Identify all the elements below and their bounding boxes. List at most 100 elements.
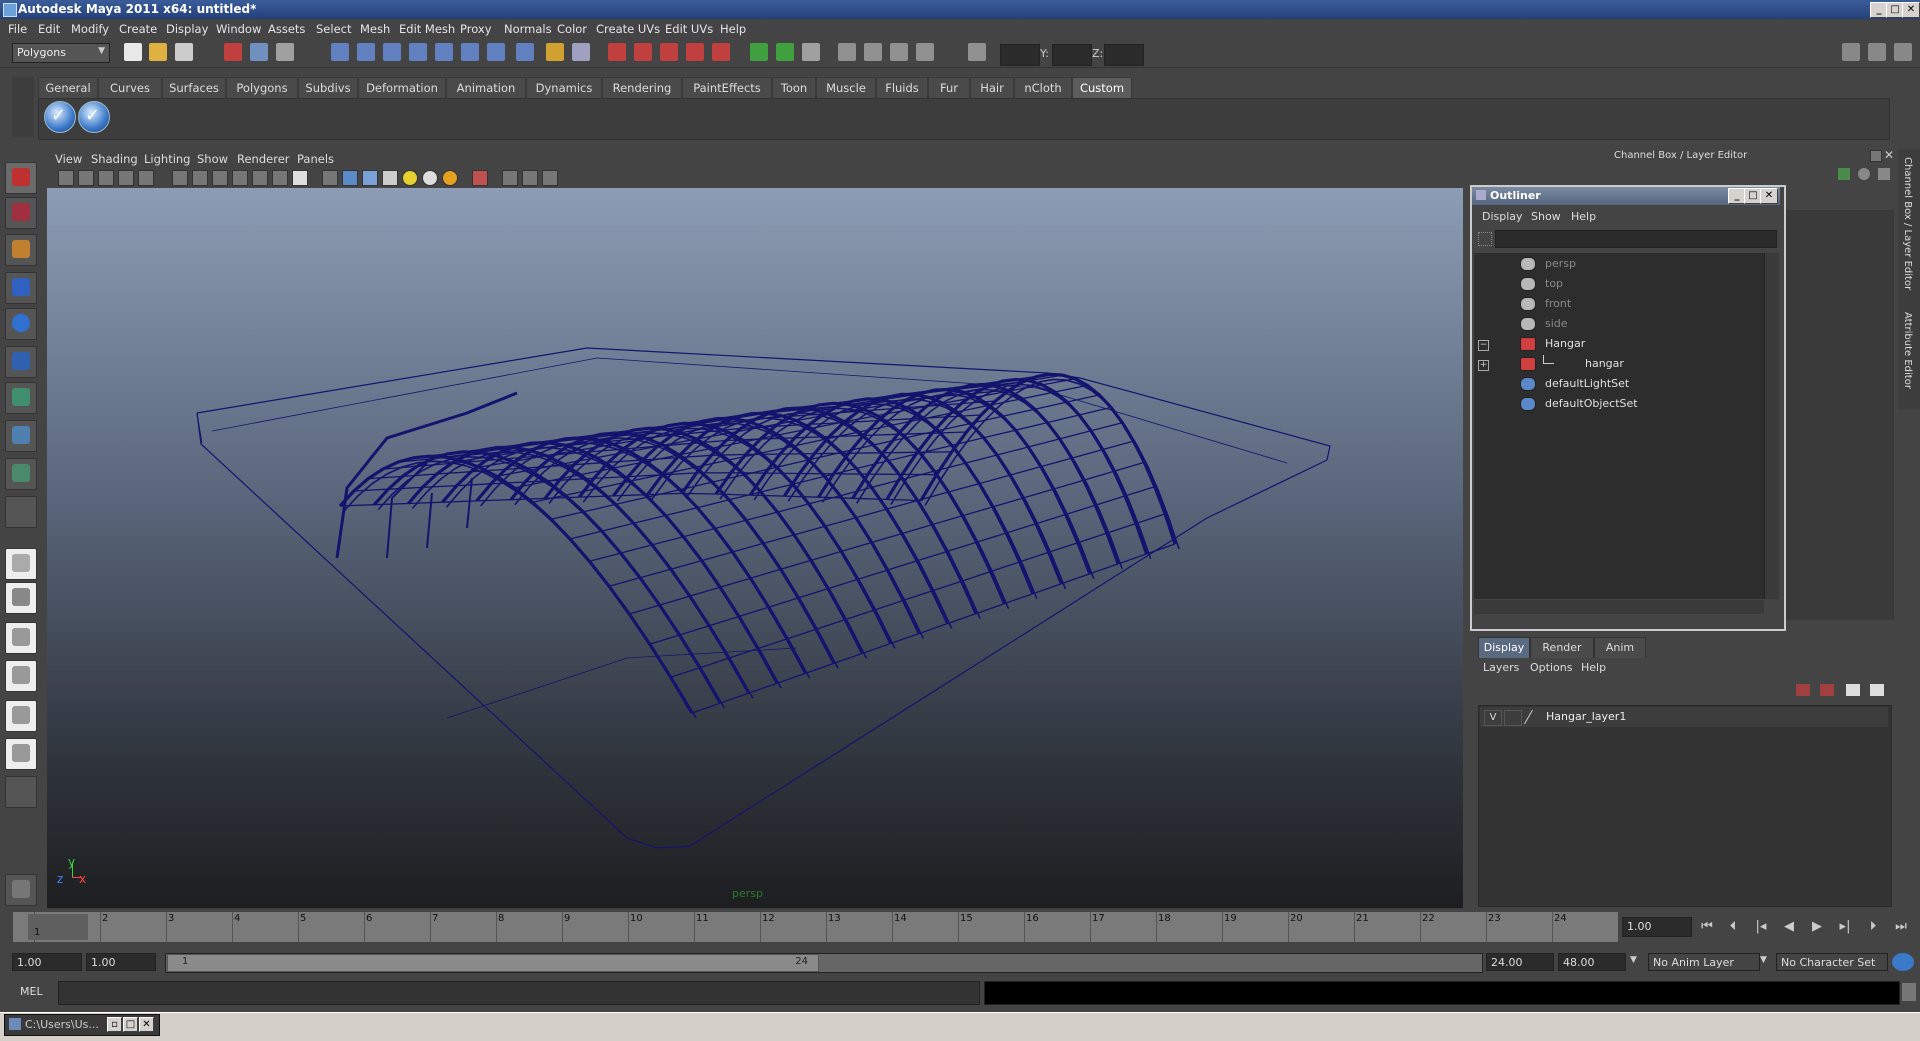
persp-graph-layout[interactable] [5,660,37,692]
current-frame-field[interactable]: 1.00 [1622,917,1692,937]
camera-attributes-icon[interactable] [78,170,94,186]
input-ops-icon[interactable] [750,43,768,61]
menu-help[interactable]: Help [720,22,746,36]
menu-file[interactable]: File [8,22,27,36]
layer-menu-layers[interactable]: Layers [1483,661,1519,674]
ipr-render-icon[interactable] [634,43,652,61]
outliner-item-default-object-set[interactable]: defaultObjectSet [1545,397,1638,410]
menu-create-uvs[interactable]: Create UVs [596,22,660,36]
outliner-close-button[interactable]: ✕ [1760,188,1778,204]
wireframe-icon[interactable] [322,170,338,186]
menu-color[interactable]: Color [557,22,587,36]
safe-title-icon[interactable] [272,170,288,186]
custom-shelf-button-1[interactable]: ✓ [44,101,76,133]
layer-move-down-icon[interactable] [1820,684,1834,696]
four-view-layout[interactable] [5,582,37,614]
layer-tab-render[interactable]: Render [1530,637,1594,658]
expand-icon[interactable]: + [1478,360,1489,371]
vp-menu-shading[interactable]: Shading [91,152,138,166]
menu-edit[interactable]: Edit [38,22,60,36]
play-backwards-icon[interactable]: ◀ [1780,919,1798,935]
field-chart-icon[interactable] [232,170,248,186]
vp-menu-lighting[interactable]: Lighting [144,152,190,166]
outliner-search-input[interactable] [1495,230,1777,248]
gate-mask-icon[interactable] [212,170,228,186]
snap-view-icon[interactable] [409,43,427,61]
layer-row[interactable] [1480,707,1888,727]
shelf-tab-fluids[interactable]: Fluids [876,77,928,98]
layer-editor-icon[interactable] [1858,168,1870,180]
shelf-tab-surfaces[interactable]: Surfaces [162,77,226,98]
hypershade-icon[interactable] [686,43,704,61]
shelf-tab-ncloth[interactable]: nCloth [1014,77,1072,98]
safe-action-icon[interactable] [252,170,268,186]
snap-grid-icon[interactable] [331,43,349,61]
manipulator-tool[interactable] [5,382,37,414]
step-back-frame-icon[interactable]: |◂ [1752,919,1770,935]
shelf-tab-subdivs[interactable]: Subdivs [298,77,358,98]
layer-menu-options[interactable]: Options [1530,661,1572,674]
snap-point-icon[interactable] [383,43,401,61]
panel-close-icon[interactable]: ✕ [1884,148,1894,162]
shelf-tab-curves[interactable]: Curves [98,77,162,98]
empty-tool-slot[interactable] [5,496,37,528]
animation-end-field[interactable]: 48.00 [1558,953,1626,971]
step-forward-key-icon[interactable]: ⏵ [1864,919,1882,935]
taskbar-restore-button[interactable]: ▫ [107,1017,122,1032]
clipboard-icon[interactable] [802,43,820,61]
graph-layout[interactable] [5,738,37,770]
scale-tool[interactable] [5,346,37,378]
isolate-select-icon[interactable] [472,170,488,186]
vp-menu-panels[interactable]: Panels [297,152,334,166]
shelf-tab-deformation[interactable]: Deformation [358,77,446,98]
step-back-key-icon[interactable]: ⏴ [1724,919,1742,935]
pin-icon[interactable] [1878,168,1890,180]
last-tool[interactable] [5,458,37,490]
open-scene-icon[interactable] [149,43,167,61]
character-set-select[interactable]: No Character Set [1776,953,1888,971]
filter-icon[interactable] [1478,232,1492,246]
soft-mod-tool[interactable] [5,420,37,452]
menu-display[interactable]: Display [166,22,208,36]
shelf-tab-polygons[interactable]: Polygons [226,77,298,98]
output-ops-icon[interactable] [776,43,794,61]
channel-box-icon[interactable] [1838,168,1850,180]
z-field[interactable] [1104,44,1144,66]
panel-float-icon[interactable] [1870,150,1882,162]
side-tab-attribute-editor[interactable]: Attribute Editor [1902,312,1913,389]
layer-menu-help[interactable]: Help [1581,661,1606,674]
shelf-tab-custom[interactable]: Custom [1072,77,1132,98]
layer-name[interactable]: Hangar_layer1 [1546,710,1626,723]
outliner-menu-help[interactable]: Help [1571,210,1596,223]
camera-two-icon[interactable] [864,43,882,61]
range-slider-thumb[interactable]: 1 24 [167,954,819,972]
share-icon[interactable] [542,170,558,186]
step-forward-frame-icon[interactable]: ▸| [1836,919,1854,935]
render-icon[interactable] [608,43,626,61]
history-icon[interactable] [461,43,479,61]
shelf-tab-toon[interactable]: Toon [772,77,816,98]
outliner-horizontal-scrollbar[interactable] [1474,600,1764,614]
show-tool-settings-icon[interactable] [1868,43,1886,61]
xray-joints-icon[interactable] [522,170,538,186]
menu-normals[interactable]: Normals [504,22,552,36]
grid-toggle-icon[interactable] [138,170,154,186]
help-icon[interactable] [516,43,534,61]
y-field[interactable] [1052,44,1092,66]
menu-assets[interactable]: Assets [268,22,305,36]
layer-display-type-toggle[interactable] [1504,710,1522,726]
transform-input-icon[interactable] [968,43,986,61]
construction-icon[interactable] [487,43,505,61]
command-input[interactable] [58,981,980,1005]
bookmark-icon[interactable] [98,170,114,186]
shelf-menu-handle[interactable] [12,77,34,137]
menu-proxy[interactable]: Proxy [460,22,492,36]
chevron-down-icon[interactable]: ▼ [1630,955,1637,965]
single-perspective-layout[interactable] [5,548,37,580]
show-attribute-editor-icon[interactable] [1842,43,1860,61]
shadows-icon[interactable] [442,170,458,186]
animation-start-field[interactable]: 1.00 [12,953,82,971]
chevron-down-icon[interactable]: ▼ [1760,955,1767,965]
resolution-gate-icon[interactable] [192,170,208,186]
shade-wire-icon[interactable] [362,170,378,186]
